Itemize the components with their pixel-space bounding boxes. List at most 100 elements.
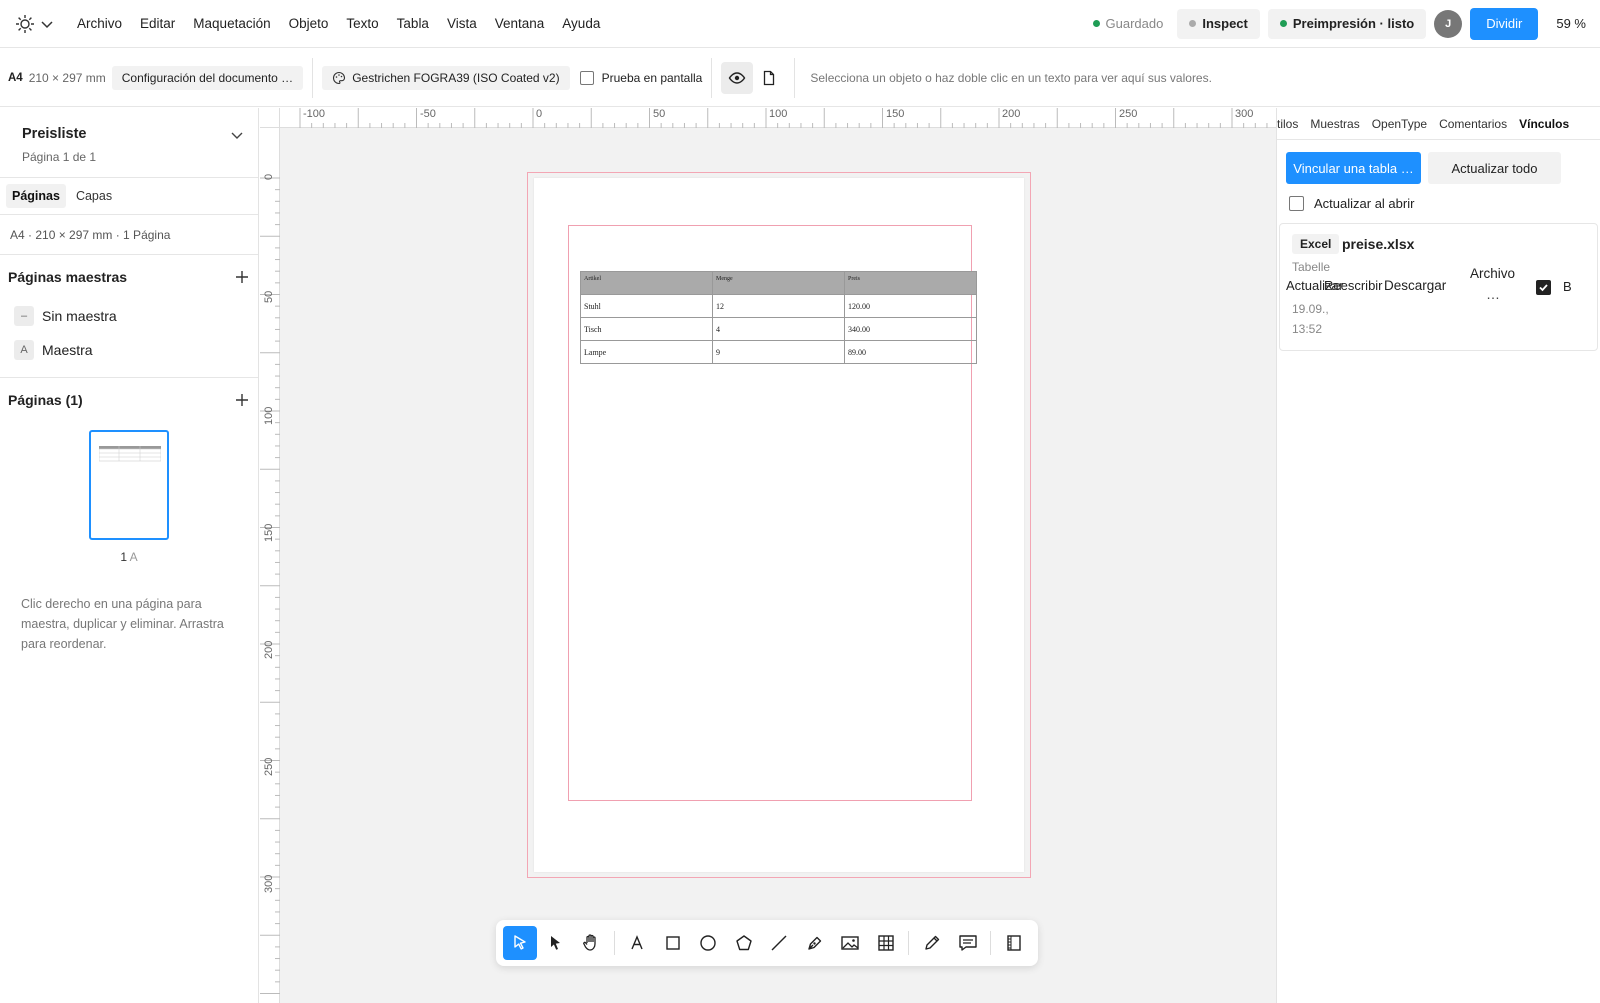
horizontal-ruler[interactable]: -100 -50 0 50 100 150 200 250 300 — [280, 108, 1276, 128]
file-link-button[interactable]: Archivo — [1470, 266, 1515, 281]
table-header-cell[interactable]: Preis — [844, 271, 977, 295]
price-table[interactable]: Artikel Menge Preis Stuhl 12 120.00 Tisc… — [580, 271, 977, 364]
canvas[interactable]: -100 -50 0 50 100 150 200 250 300 0 50 1… — [260, 108, 1276, 1003]
image-tool[interactable] — [833, 926, 867, 960]
add-page-button[interactable] — [234, 392, 250, 408]
update-on-open-checkbox[interactable] — [1289, 196, 1304, 211]
tab-links[interactable]: Vínculos — [1519, 117, 1569, 131]
add-master-button[interactable] — [234, 269, 250, 285]
text-tool[interactable] — [620, 926, 654, 960]
ruler-label: 100 — [769, 108, 788, 120]
chevron-down-icon[interactable] — [230, 128, 244, 142]
polygon-tool[interactable] — [727, 926, 761, 960]
color-profile-button[interactable]: Gestrichen FOGRA39 (ISO Coated v2) — [322, 65, 570, 90]
table-cell[interactable]: Stuhl — [580, 294, 713, 318]
menu-ventana[interactable]: Ventana — [486, 16, 554, 31]
table-cell[interactable]: 12 — [712, 294, 845, 318]
comment-tool[interactable] — [951, 926, 985, 960]
page-thumbnail-item[interactable]: 1 A — [8, 430, 250, 564]
table-tool[interactable] — [869, 926, 903, 960]
tab-pages[interactable]: Páginas — [6, 184, 66, 208]
soft-proof-checkbox[interactable] — [579, 70, 594, 85]
right-panel: tilos Muestras OpenType Comentarios Vínc… — [1276, 108, 1600, 1003]
tab-styles[interactable]: tilos — [1277, 117, 1298, 131]
rewrite-link-button[interactable]: Reescribir — [1324, 278, 1383, 293]
table-header-cell[interactable]: Menge — [712, 271, 845, 295]
link-table-button[interactable]: Vincular una tabla … — [1286, 152, 1421, 184]
vertical-ruler[interactable]: 0 50 100 150 200 250 300 — [260, 128, 280, 1003]
table-cell[interactable]: Lampe — [580, 340, 713, 364]
master-item-a[interactable]: A Maestra — [8, 333, 250, 367]
page-view-button[interactable] — [753, 62, 785, 94]
tab-layers[interactable]: Capas — [70, 184, 118, 208]
left-panel: Preisliste Página 1 de 1 Páginas Capas A… — [0, 108, 259, 1003]
document-setup-button[interactable]: Configuración del documento … — [111, 65, 304, 90]
page-thumbnail[interactable] — [89, 430, 169, 540]
preview-toggle-button[interactable] — [721, 61, 754, 94]
direct-select-tool[interactable] — [539, 926, 573, 960]
link-filename: preise.xlsx — [1342, 236, 1415, 252]
menu-editar[interactable]: Editar — [131, 16, 184, 31]
select-icon — [514, 935, 526, 950]
menu-maquetacion[interactable]: Maquetación — [184, 16, 279, 31]
color-profile-label: Gestrichen FOGRA39 (ISO Coated v2) — [352, 70, 560, 85]
app-menu-button[interactable] — [14, 13, 54, 35]
hand-icon — [582, 934, 596, 951]
soft-proof-toggle[interactable]: Prueba en pantalla — [579, 70, 702, 85]
pencil-tool[interactable] — [915, 926, 949, 960]
table-row: Lampe 9 89.00 — [580, 340, 977, 364]
rectangle-icon — [666, 936, 680, 950]
link-trailing-label: B — [1563, 279, 1572, 294]
table-cell[interactable]: 89.00 — [844, 340, 977, 364]
table-icon — [878, 935, 894, 951]
ellipse-tool[interactable] — [691, 926, 725, 960]
menu-objeto[interactable]: Objeto — [280, 16, 338, 31]
menu-archivo[interactable]: Archivo — [68, 16, 131, 31]
link-checkbox[interactable] — [1536, 280, 1551, 295]
tab-comments[interactable]: Comentarios — [1439, 117, 1507, 131]
select-tool[interactable] — [503, 926, 537, 960]
inspect-button[interactable]: Inspect — [1177, 8, 1260, 39]
menu-ayuda[interactable]: Ayuda — [553, 16, 609, 31]
split-button[interactable]: Dividir — [1470, 7, 1539, 40]
frame-tool[interactable] — [997, 926, 1031, 960]
ruler-label: 300 — [1235, 108, 1254, 120]
tab-opentype[interactable]: OpenType — [1372, 117, 1427, 131]
tab-swatches[interactable]: Muestras — [1310, 117, 1359, 131]
line-tool[interactable] — [762, 926, 796, 960]
comment-icon — [959, 935, 977, 951]
divider — [312, 57, 314, 98]
ruler-label: 0 — [263, 173, 275, 180]
table-cell[interactable]: Tisch — [580, 317, 713, 341]
master-item-none[interactable]: – Sin maestra — [8, 299, 250, 333]
table-cell[interactable]: 4 — [712, 317, 845, 341]
menu-tabla[interactable]: Tabla — [388, 16, 438, 31]
document-header[interactable]: Preisliste Página 1 de 1 — [0, 108, 258, 178]
table-cell[interactable]: 120.00 — [844, 294, 977, 318]
pages-heading: Páginas (1) — [8, 392, 83, 408]
more-options-icon[interactable]: … — [1486, 286, 1500, 302]
divider — [908, 931, 910, 955]
document-icon — [761, 70, 777, 86]
table-cell[interactable]: 340.00 — [844, 317, 977, 341]
ruler-label: 200 — [263, 640, 275, 659]
cog-logo-icon — [14, 13, 36, 35]
avatar[interactable]: J — [1434, 9, 1463, 38]
menu-texto[interactable]: Texto — [337, 16, 387, 31]
plus-icon — [236, 271, 248, 283]
direct-select-icon — [551, 936, 561, 950]
table-header-cell[interactable]: Artikel — [580, 271, 713, 295]
save-status-label: Guardado — [1105, 16, 1164, 31]
ellipse-icon — [700, 935, 716, 951]
pen-tool[interactable] — [798, 926, 832, 960]
rectangle-tool[interactable] — [656, 926, 690, 960]
ruler-label: 0 — [536, 108, 543, 120]
preflight-button[interactable]: Preimpresión · listo — [1267, 8, 1427, 39]
update-on-open-toggle[interactable]: Actualizar al abrir — [1289, 196, 1588, 211]
hand-tool[interactable] — [574, 926, 608, 960]
menu-vista[interactable]: Vista — [438, 16, 486, 31]
download-link-button[interactable]: Descargar — [1384, 278, 1446, 293]
zoom-level[interactable]: 59 % — [1556, 16, 1586, 31]
update-all-button[interactable]: Actualizar todo — [1428, 152, 1561, 184]
table-cell[interactable]: 9 — [712, 340, 845, 364]
